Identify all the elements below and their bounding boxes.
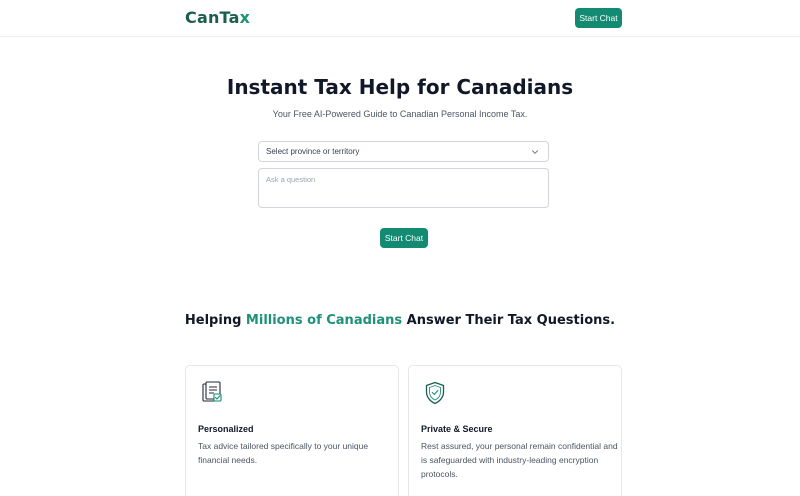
- cantax-logo[interactable]: CanTax: [185, 9, 250, 27]
- feature-card-personalized: Personalized Tax advice tailored specifi…: [185, 365, 399, 496]
- shield-check-icon: [425, 381, 445, 405]
- top-nav: CanTax Start Chat: [0, 0, 800, 37]
- card-description: Rest assured, your personal remain confi…: [421, 441, 618, 479]
- start-chat-button[interactable]: Start Chat: [380, 228, 428, 248]
- feature-card-private-secure: Private & Secure Rest assured, your pers…: [408, 365, 622, 496]
- card-title: Private & Secure: [421, 424, 493, 434]
- chevron-down-icon: [532, 150, 538, 154]
- header-start-chat-button[interactable]: Start Chat: [575, 8, 622, 28]
- question-input[interactable]: Ask a question: [258, 168, 549, 208]
- document-icon: [202, 381, 222, 402]
- card-title: Personalized: [198, 424, 254, 434]
- card-description: Tax advice tailored specifically to your…: [198, 441, 369, 465]
- features-title: Helping Millions of Canadians Answer The…: [184, 313, 616, 328]
- province-select-value: Select province or territory: [266, 147, 360, 156]
- question-input-placeholder: Ask a question: [266, 175, 316, 184]
- hero-title: Instant Tax Help for Canadians: [226, 75, 574, 99]
- hero-subtitle: Your Free AI-Powered Guide to Canadian P…: [272, 109, 528, 119]
- province-select[interactable]: Select province or territory: [258, 141, 549, 162]
